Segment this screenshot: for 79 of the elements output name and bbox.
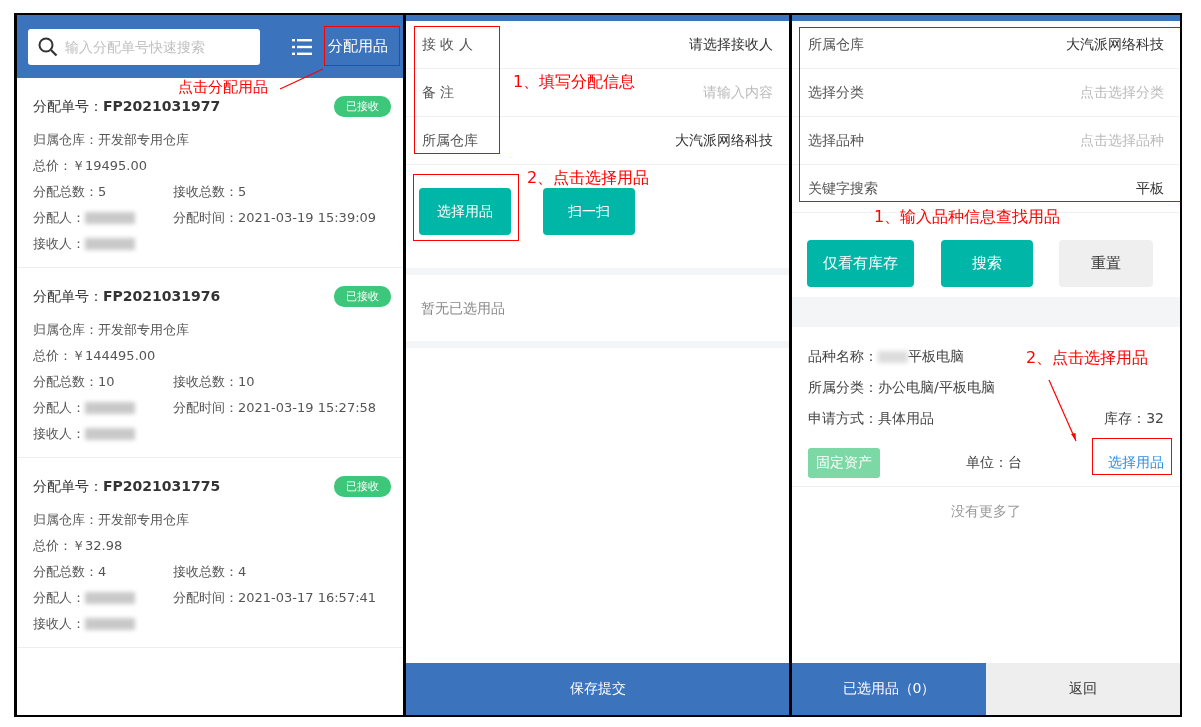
field-placeholder: 请输入内容 — [703, 83, 773, 102]
received-count: 接收总数：5 — [173, 183, 247, 201]
annotation-text: 2、点击选择用品 — [1026, 348, 1149, 369]
asset-tag: 固定资产 — [808, 448, 880, 478]
received-count: 接收总数：10 — [173, 373, 255, 391]
field-label: 选择分类 — [808, 83, 864, 102]
variety-label: 品种名称： — [808, 347, 878, 366]
blurred-name — [85, 238, 135, 250]
bottom-tab[interactable]: 已选用品（0） — [792, 663, 986, 715]
form-row[interactable]: 所属仓库 大汽派网络科技 — [792, 21, 1180, 69]
field-value: 请选择接收人 — [689, 35, 773, 54]
blurred-name — [85, 212, 135, 224]
receiver-label: 接收人： — [33, 235, 85, 253]
blurred-name — [85, 618, 135, 630]
bottom-tab[interactable]: 返回 — [986, 663, 1180, 715]
action-button[interactable]: 重置 — [1059, 240, 1153, 287]
received-count: 接收总数：4 — [173, 563, 247, 581]
assigner-label: 分配人： — [33, 209, 85, 227]
warehouse-text: 归属仓库：开发部专用仓库 — [33, 321, 190, 339]
field-placeholder: 点击选择品种 — [1080, 131, 1164, 150]
assign-time: 分配时间：2021-03-19 15:27:58 — [173, 399, 377, 417]
leader-line — [1047, 379, 1079, 444]
assigner-label: 分配人： — [33, 589, 85, 607]
price-text: 总价：￥32.98 — [33, 537, 124, 555]
variety-name: 平板电脑 — [908, 347, 964, 366]
order-card[interactable]: 分配单号：FP2021031976 已接收 归属仓库：开发部专用仓库 总价：￥144495.00 分配总数：10 接收总数：10 分配人： 分配时间：2021-03-19 15:27:58 接收人： — [17, 268, 403, 458]
end-message: 没有更多了 — [950, 502, 1022, 521]
search-icon — [38, 36, 58, 57]
receiver-label: 接收人： — [33, 425, 85, 443]
assigned-count: 分配总数：4 — [33, 563, 108, 581]
form-row[interactable]: 选择品种 点击选择品种 — [792, 117, 1180, 165]
form-row[interactable]: 接 收 人 请选择接收人 — [406, 21, 789, 69]
field-value: 平板 — [1136, 179, 1164, 198]
blurred-name — [85, 428, 135, 440]
submit-button[interactable]: 保存提交 — [406, 663, 789, 715]
stock-text: 库存：32 — [1104, 409, 1164, 428]
blurred-name — [878, 350, 908, 363]
assign-button[interactable]: 分配用品 — [328, 33, 388, 60]
blurred-name — [85, 592, 135, 604]
form-row[interactable]: 所属仓库 大汽派网络科技 — [406, 117, 789, 165]
field-label: 选择品种 — [808, 131, 864, 150]
order-number: 分配单号：FP2021031775 — [33, 477, 221, 496]
search-field[interactable]: 输入分配单号快速搜索 — [28, 28, 260, 65]
receiver-label: 接收人： — [33, 615, 85, 633]
field-label: 所属仓库 — [422, 131, 478, 150]
field-value: 大汽派网络科技 — [675, 131, 773, 150]
field-placeholder: 点击选择分类 — [1080, 83, 1164, 102]
status-badge: 已接收 — [334, 286, 391, 307]
field-label: 所属仓库 — [808, 35, 864, 54]
form-row[interactable]: 选择分类 点击选择分类 — [792, 69, 1180, 117]
price-text: 总价：￥144495.00 — [33, 347, 157, 365]
category-text: 所属分类：办公电脑/平板电脑 — [808, 378, 996, 397]
assigned-count: 分配总数：10 — [33, 373, 116, 391]
warehouse-text: 归属仓库：开发部专用仓库 — [33, 511, 190, 529]
annotation-text: 点击分配用品 — [178, 78, 268, 97]
unit-text: 单位：台 — [966, 454, 1022, 472]
field-label: 备 注 — [422, 83, 455, 102]
annotation-text: 2、点击选择用品 — [527, 168, 650, 189]
empty-message: 暂无已选用品 — [420, 299, 506, 318]
blurred-name — [85, 402, 135, 414]
assigned-count: 分配总数：5 — [33, 183, 108, 201]
select-link[interactable]: 选择用品 — [1108, 448, 1164, 478]
field-label: 关键字搜索 — [808, 179, 878, 198]
warehouse-text: 归属仓库：开发部专用仓库 — [33, 131, 190, 149]
leader-line — [279, 67, 325, 91]
status-badge: 已接收 — [334, 96, 391, 117]
field-value: 大汽派网络科技 — [1066, 35, 1164, 54]
order-card[interactable]: 分配单号：FP2021031775 已接收 归属仓库：开发部专用仓库 总价：￥32.98 分配总数：4 接收总数：4 分配人： 分配时间：2021-03-17 16:57:41 接收人： — [17, 458, 403, 648]
assigner-label: 分配人： — [33, 399, 85, 417]
status-badge: 已接收 — [334, 476, 391, 497]
order-number: 分配单号：FP2021031977 — [33, 97, 221, 116]
assign-time: 分配时间：2021-03-19 15:39:09 — [173, 209, 377, 227]
field-label: 接 收 人 — [422, 35, 473, 54]
menu-icon[interactable] — [292, 37, 312, 56]
annotation-text: 1、填写分配信息 — [513, 72, 636, 93]
assign-time: 分配时间：2021-03-17 16:57:41 — [173, 589, 377, 607]
method-text: 申请方式：具体用品 — [808, 409, 934, 428]
order-number: 分配单号：FP2021031976 — [33, 287, 221, 306]
price-text: 总价：￥19495.00 — [33, 157, 149, 175]
